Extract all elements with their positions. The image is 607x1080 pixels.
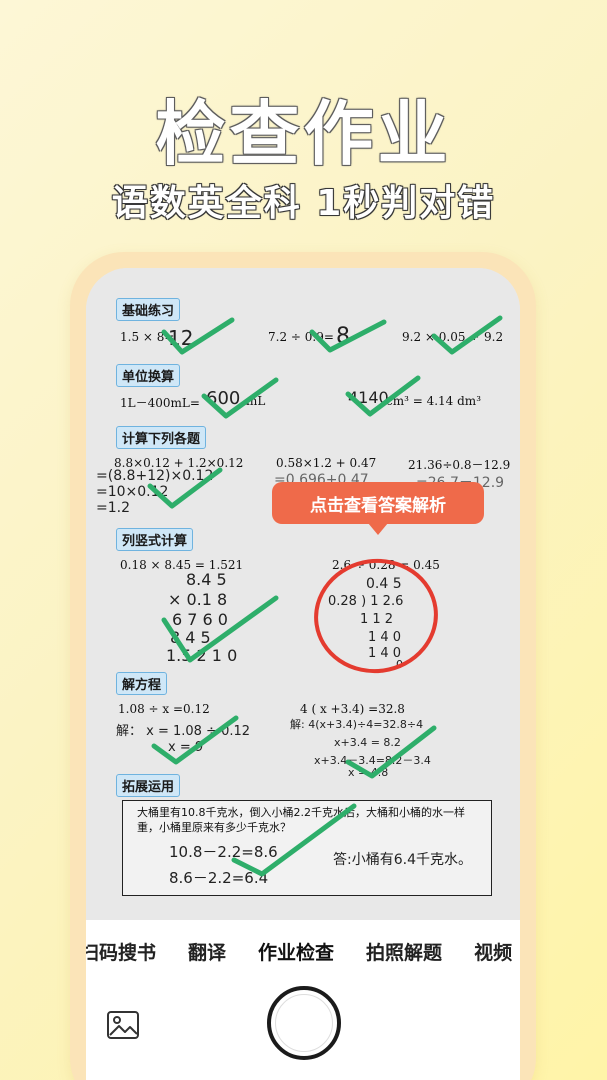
word-problem-work-1: 10.8－2.2=8.6 — [169, 843, 278, 861]
calc-question-2: 0.58×1.2 + 0.47 — [276, 456, 377, 470]
division-setup: 0.28 ) 1 2.6 — [328, 594, 404, 609]
basic-question-2: 7.2 ÷ 0.9= — [268, 330, 334, 344]
section-label-extension: 拓展运用 — [116, 774, 181, 797]
vertical-row-4: 8 4 5 — [170, 628, 211, 647]
tab-homework-check[interactable]: 作业检查 — [258, 938, 334, 965]
vertical-row-1: 8.4 5 — [186, 570, 227, 589]
units-answer-2: 4140 — [348, 388, 389, 407]
section-label-basic: 基础练习 — [116, 298, 181, 321]
equation-step-6: x = 4.8 — [348, 766, 389, 779]
camera-preview: 基础练习 1.5 × 8= 12 7.2 ÷ 0.9= 8 9.2 × 0.05… — [86, 268, 520, 1080]
basic-question-1: 1.5 × 8= — [120, 330, 175, 344]
division-step-1: 1 1 2 — [360, 612, 394, 627]
calc-work-3: =1.2 — [96, 500, 130, 516]
calc-work-2: =10×0.12 — [96, 484, 169, 500]
basic-answer-3: 9.2 — [484, 330, 504, 344]
word-problem-work-2: 8.6－2.2=6.4 — [169, 869, 269, 887]
equation-step-3: 解: 4(x+3.4)÷4=32.8÷4 — [290, 718, 424, 731]
word-problem-box: 大桶里有10.8千克水，倒入小桶2.2千克水后，大桶和小桶的水一样重，小桶里原来… — [122, 800, 492, 896]
division-quotient: 0.4 5 — [366, 576, 402, 592]
vertical-row-5: 1.5 2 1 0 — [166, 646, 238, 665]
equation-question-2: 4 ( x +3.4) =32.8 — [300, 702, 405, 716]
hero-subtitle: 语数英全科 1秒判对错 — [111, 183, 496, 224]
units-answer-1: 600 — [206, 388, 241, 409]
homework-worksheet: 基础练习 1.5 × 8= 12 7.2 ÷ 0.9= 8 9.2 × 0.05… — [86, 268, 520, 920]
word-problem-answer: 答:小桶有6.4千克水。 — [333, 852, 472, 868]
tab-translate[interactable]: 翻译 — [188, 938, 226, 965]
basic-question-3: 9.2 × 0.05 ÷ — [402, 330, 480, 344]
section-label-vertical: 列竖式计算 — [116, 528, 194, 551]
division-remainder: 0 — [396, 658, 403, 671]
tab-video[interactable]: 视频 — [474, 938, 512, 965]
answer-analysis-tooltip[interactable]: 点击查看答案解析 — [272, 482, 484, 524]
calc-question-3: 21.36÷0.8－12.9 — [408, 458, 511, 472]
gallery-icon[interactable] — [106, 1010, 140, 1040]
units-unit-1: mL — [246, 394, 266, 408]
equation-step-1: 解： x = 1.08 ÷ 0.12 — [116, 724, 251, 739]
basic-answer-1: 12 — [168, 326, 194, 350]
equation-step-4: x+3.4 = 8.2 — [334, 736, 401, 749]
tab-scan-book[interactable]: 扫码搜书 — [86, 938, 156, 965]
tab-photo-solve[interactable]: 拍照解题 — [366, 938, 442, 965]
vertical-question-2: 2.6 ÷ 0.28 = 0.45 — [332, 558, 440, 572]
section-label-units: 单位换算 — [116, 364, 181, 387]
vertical-row-3: 6 7 6 0 — [172, 610, 228, 629]
word-problem-text: 大桶里有10.8千克水，倒入小桶2.2千克水后，大桶和小桶的水一样重，小桶里原来… — [137, 806, 465, 834]
basic-answer-2: 8 — [336, 324, 350, 349]
units-unit-2: cm³ = 4.14 dm³ — [386, 394, 481, 408]
section-label-equation: 解方程 — [116, 672, 168, 695]
units-question-1: 1L－400mL= — [120, 396, 200, 410]
division-step-2: 1 4 0 — [368, 630, 402, 645]
section-label-calc: 计算下列各题 — [116, 426, 207, 449]
vertical-row-2: × 0.1 8 — [168, 590, 228, 609]
shutter-button[interactable] — [267, 986, 341, 1060]
mode-tabs: 扫码搜书 翻译 作业检查 拍照解题 视频 — [86, 938, 512, 965]
equation-step-2: x = 9 — [168, 740, 204, 755]
hero-title: 检查作业 — [155, 93, 452, 175]
tooltip-pointer — [368, 523, 388, 535]
equation-question-1: 1.08 ÷ x =0.12 — [118, 702, 210, 716]
camera-controls: 扫码搜书 翻译 作业检查 拍照解题 视频 — [86, 920, 520, 1080]
calc-work-1: =(8.8+12)×0.12 — [96, 468, 214, 484]
